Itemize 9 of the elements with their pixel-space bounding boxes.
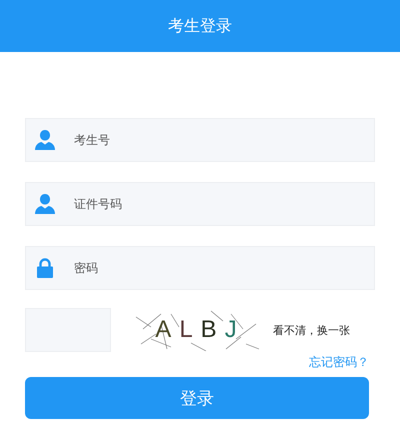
lock-icon xyxy=(35,258,55,278)
captcha-image[interactable]: A L B J xyxy=(131,309,261,351)
input-field[interactable]: 密码 xyxy=(25,246,375,290)
refresh-captcha-link[interactable]: 看不清，换一张 xyxy=(273,322,350,338)
input-field[interactable]: 证件号码 xyxy=(25,182,375,226)
input-field[interactable]: 考生号 xyxy=(25,118,375,162)
user-icon xyxy=(35,130,55,150)
page-title: 考生登录 xyxy=(168,16,232,36)
user-icon xyxy=(35,194,55,214)
